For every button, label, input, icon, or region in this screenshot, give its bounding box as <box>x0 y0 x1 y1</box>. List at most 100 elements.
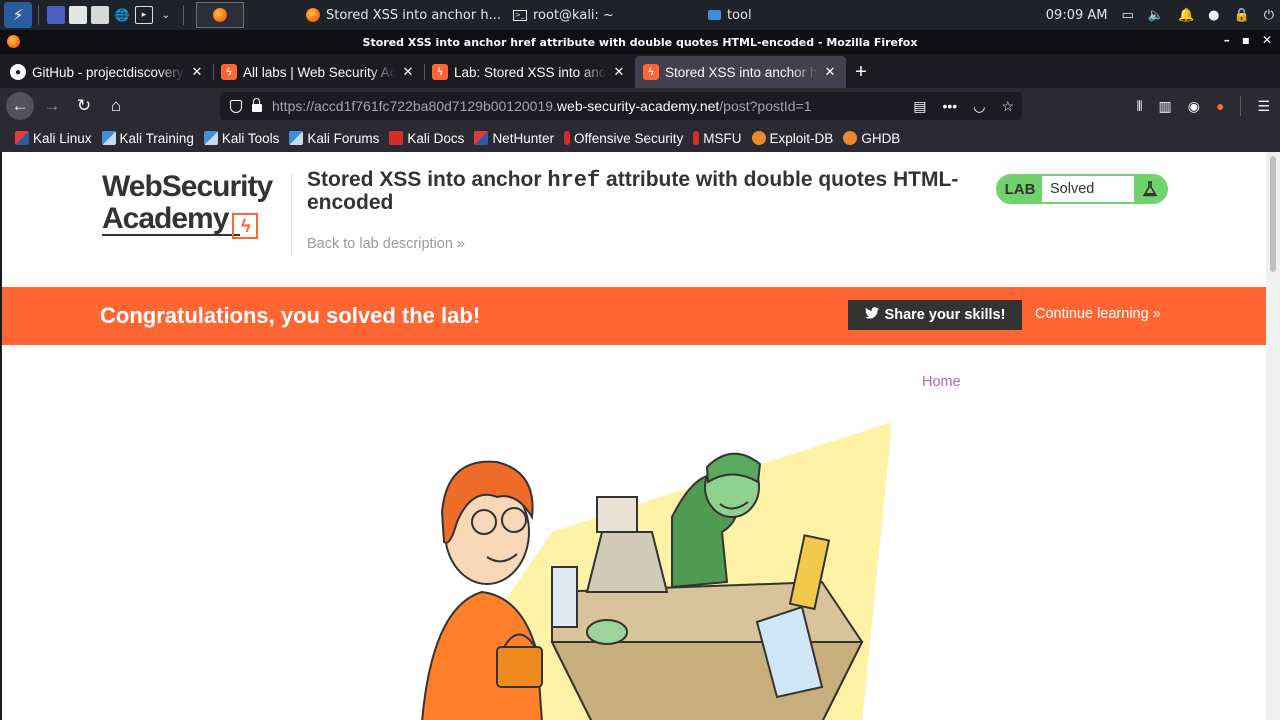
toolbar-separator <box>1240 96 1242 116</box>
lab-badge: LAB <box>998 176 1042 202</box>
back-button[interactable]: ← <box>6 92 34 120</box>
tab-strip: ● GitHub - projectdiscovery ✕ ϟ All labs… <box>0 54 1280 88</box>
close-tab-icon[interactable]: ✕ <box>189 64 205 80</box>
maximize-icon[interactable]: ▪ <box>1242 33 1250 47</box>
back-to-lab-link[interactable]: Back to lab description » <box>307 236 465 252</box>
address-bar[interactable]: https://accd1f761fc722ba80d7129b00120019… <box>220 92 1022 120</box>
tab-active-lab[interactable]: ϟ Stored XSS into anchor href ✕ <box>635 56 846 88</box>
window-titlebar: Stored XSS into anchor href attribute wi… <box>0 30 1280 54</box>
display-icon[interactable]: ▭ <box>1122 8 1134 23</box>
text-editor-icon[interactable] <box>91 6 109 24</box>
bookmark-kali-linux[interactable]: Kali Linux <box>10 131 97 146</box>
academy-header: WebSecurity Academy ϟ Stored XSS into anc… <box>2 152 1266 287</box>
new-tab-button[interactable]: + <box>846 56 876 88</box>
taskbar-terminal[interactable]: >_ root@kali: ~ <box>505 0 622 30</box>
bookmark-nethunter[interactable]: NetHunter <box>469 131 559 146</box>
tab-label: Stored XSS into anchor href <box>665 64 818 80</box>
taskbar-folder[interactable]: tool <box>700 0 760 30</box>
extension-icon[interactable]: ● <box>1216 98 1224 114</box>
tab-all-labs[interactable]: ϟ All labs | Web Security Academy ✕ <box>213 56 424 88</box>
home-button[interactable]: ⌂ <box>102 92 130 120</box>
padlock-icon[interactable] <box>252 98 262 112</box>
chevron-down-icon[interactable]: ⌄ <box>157 6 175 24</box>
offsec-icon <box>563 131 570 145</box>
tab-github[interactable]: ● GitHub - projectdiscovery ✕ <box>2 56 213 88</box>
clock[interactable]: 09:09 AM <box>1046 8 1108 23</box>
close-tab-icon[interactable]: ✕ <box>400 64 416 80</box>
reader-view-icon[interactable]: ▤ <box>913 98 926 115</box>
kali-training-icon <box>101 131 116 145</box>
bookmark-offensive-security[interactable]: Offensive Security <box>559 131 688 146</box>
register-display <box>596 496 638 533</box>
bookmark-ghdb[interactable]: GHDB <box>838 131 905 146</box>
taskbar-label: tool <box>726 7 752 23</box>
folder-icon <box>707 10 721 20</box>
library-icon[interactable]: ⫴ <box>1137 98 1143 115</box>
web-browser-icon[interactable]: 🌐 <box>113 6 131 24</box>
purse <box>496 646 543 688</box>
flask-icon <box>1134 176 1166 202</box>
bookmark-kali-training[interactable]: Kali Training <box>97 131 199 146</box>
sidebar-icon[interactable]: ▥ <box>1159 98 1172 115</box>
url-text[interactable]: https://accd1f761fc722ba80d7129b00120019… <box>272 98 812 114</box>
kali-forums-icon <box>289 131 304 145</box>
forward-button[interactable]: → <box>38 92 66 120</box>
home-link[interactable]: Home <box>922 374 961 390</box>
portswigger-icon: ϟ <box>643 64 659 80</box>
network-icon[interactable]: ● <box>1208 8 1219 23</box>
milk-carton <box>551 566 578 628</box>
kali-docs-icon <box>389 131 404 145</box>
account-icon[interactable]: ◉ <box>1188 98 1200 115</box>
minimize-icon[interactable]: – <box>1224 33 1230 47</box>
header-divider <box>291 174 292 256</box>
toolbar-right: ⫴ ▥ ◉ ● ☰ <box>1137 88 1270 124</box>
lettuce <box>586 619 628 645</box>
bookmark-msfu[interactable]: MSFU <box>688 131 746 146</box>
tab-lab-description[interactable]: ϟ Lab: Stored XSS into anchor href ✕ <box>424 56 635 88</box>
reload-button[interactable]: ↻ <box>70 92 98 120</box>
terminal-launcher-icon[interactable]: ▸ <box>135 6 153 24</box>
solved-banner: Congratulations, you solved the lab! Sha… <box>2 287 1266 345</box>
pocket-icon[interactable]: ◡ <box>973 98 985 115</box>
notifications-icon[interactable]: 🔔 <box>1178 8 1194 23</box>
github-icon: ● <box>10 64 26 80</box>
file-manager-icon[interactable] <box>69 6 87 24</box>
window-title: Stored XSS into anchor href attribute wi… <box>362 35 918 49</box>
volume-icon[interactable]: 🔈 <box>1148 8 1164 23</box>
bookmark-star-icon[interactable]: ☆ <box>1001 98 1014 115</box>
share-skills-button[interactable]: Share your skills! <box>848 300 1022 330</box>
system-tray: 09:09 AM ▭ 🔈 🔔 ● 🔒 ⏻ <box>1046 0 1274 30</box>
scrollbar-thumb[interactable] <box>1270 156 1276 272</box>
bookmark-exploit-db[interactable]: Exploit-DB <box>747 131 839 146</box>
close-tab-icon[interactable]: ✕ <box>822 64 838 80</box>
workspace-switcher[interactable] <box>196 2 244 28</box>
kali-menu-icon[interactable]: ⚡ <box>4 2 32 28</box>
menu-icon[interactable]: ☰ <box>1257 98 1270 115</box>
continue-learning-link[interactable]: Continue learning » <box>1035 306 1161 322</box>
bookmark-kali-docs[interactable]: Kali Docs <box>384 131 469 146</box>
lock-icon[interactable]: 🔒 <box>1234 8 1250 23</box>
firefox-icon <box>7 35 20 48</box>
close-icon[interactable]: ✕ <box>1262 33 1272 47</box>
page-actions-icon[interactable]: ••• <box>943 98 958 114</box>
exploitdb-icon <box>751 131 766 145</box>
lab-status-widget: LAB Solved <box>996 174 1168 204</box>
cash-register <box>585 531 669 593</box>
portswigger-icon: ϟ <box>432 64 448 80</box>
desktop-panel: ⚡ 🌐 ▸ ⌄ Stored XSS into anchor h... >_ r… <box>0 0 1280 30</box>
logout-icon[interactable]: ⏻ <box>1264 8 1274 23</box>
navigation-toolbar: ← → ↻ ⌂ https://accd1f761fc722ba80d7129b… <box>0 88 1280 124</box>
firefox-icon <box>213 8 227 22</box>
close-tab-icon[interactable]: ✕ <box>611 64 627 80</box>
taskbar-label: Stored XSS into anchor h... <box>326 7 501 23</box>
kali-icon <box>15 131 29 145</box>
url-actions: ▤ ••• ◡ ☆ <box>913 92 1014 120</box>
blog-post-image <box>421 422 892 720</box>
tracking-protection-icon[interactable] <box>230 99 242 113</box>
show-desktop-icon[interactable] <box>47 6 65 24</box>
bookmark-kali-tools[interactable]: Kali Tools <box>199 131 285 146</box>
bookmark-kali-forums[interactable]: Kali Forums <box>284 131 384 146</box>
page-scrollbar[interactable] <box>1266 152 1280 720</box>
academy-logo[interactable]: WebSecurity Academy ϟ <box>102 172 292 239</box>
taskbar-firefox[interactable]: Stored XSS into anchor h... <box>298 0 509 30</box>
